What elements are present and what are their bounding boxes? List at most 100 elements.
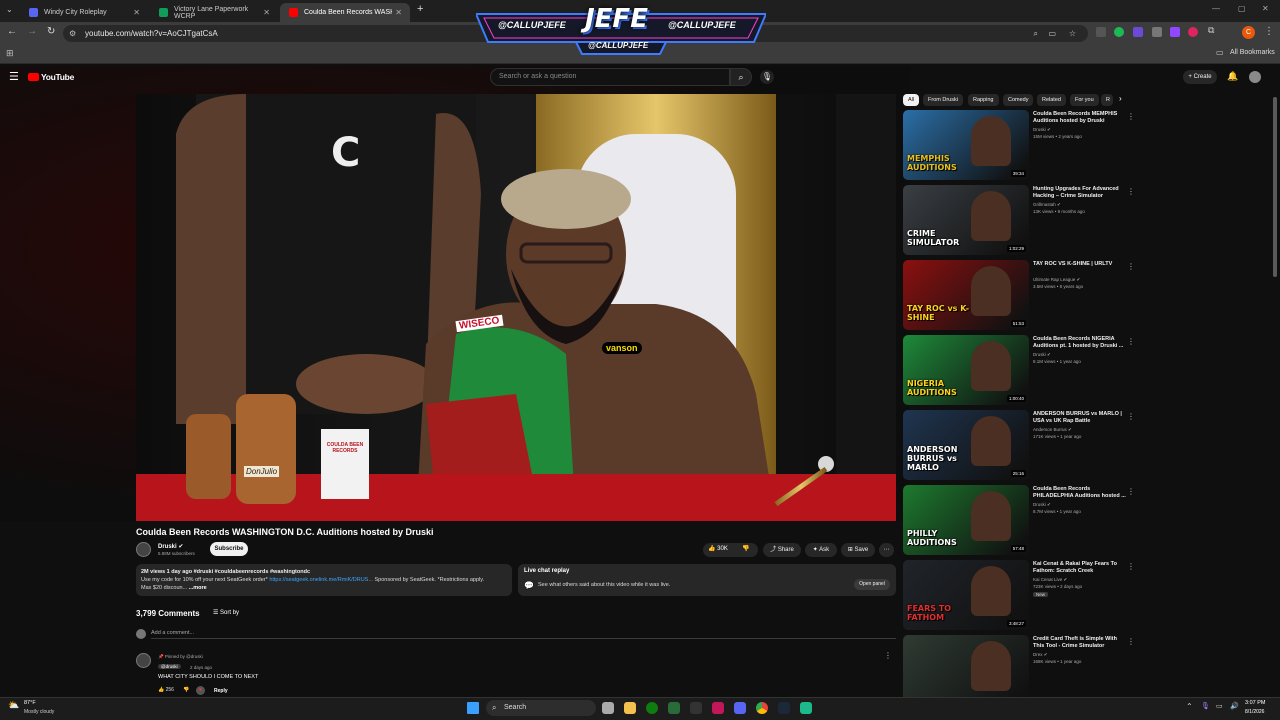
add-comment-input[interactable]: Add a comment... (151, 630, 896, 639)
taskbar-search-box[interactable]: ⌕ Search (486, 700, 596, 716)
share-button[interactable]: ⤴ Share (763, 543, 801, 557)
recommendation-item[interactable]: MEMPHIS AUDITIONS 39:34 Coulda Been Record… (903, 110, 1268, 180)
tray-network-icon[interactable]: ▭ (1216, 702, 1223, 710)
recommendation-more-icon[interactable]: ⋮ (1127, 262, 1135, 271)
recommendation-more-icon[interactable]: ⋮ (1127, 487, 1135, 496)
channel-name[interactable]: Druski ✔ (158, 543, 183, 550)
taskbar-date[interactable]: 8/1/2026 (1245, 709, 1264, 715)
more-actions-button[interactable]: ⋯ (879, 543, 894, 557)
chip-rapping[interactable]: Rapping (968, 94, 999, 106)
chip-from-druski[interactable]: From Druski (923, 94, 963, 106)
recommendation-item[interactable]: Credit Card Theft is Simple With This To… (903, 635, 1268, 705)
scrollbar-thumb[interactable] (1273, 97, 1277, 277)
chip-for-you[interactable]: For you (1070, 94, 1099, 106)
extension-green-icon[interactable] (1114, 27, 1124, 37)
chip-all[interactable]: All (903, 94, 920, 106)
video-thumbnail[interactable]: FEARS TO FATHOM 3:48:27 (903, 560, 1029, 630)
video-thumbnail[interactable]: NIGERIA AUDITIONS 1:00:40 (903, 335, 1029, 405)
recommendation-more-icon[interactable]: ⋮ (1127, 337, 1135, 346)
description-link[interactable]: https://seatgeek.onelink.me/RmiK/DRUS... (269, 577, 373, 583)
chip-comedy[interactable]: Comedy (1003, 94, 1034, 106)
pinned-comment-avatar[interactable] (136, 653, 151, 668)
video-thumbnail[interactable]: CRIME SIMULATOR 1:02:29 (903, 185, 1029, 255)
recommendation-channel[interactable]: Ultimate Rap League ✔ (1033, 277, 1080, 283)
recommendation-channel[interactable]: Druski ✔ (1033, 352, 1051, 358)
chip-partial[interactable]: R (1101, 94, 1113, 106)
apps-grid-icon[interactable]: ⊞ (6, 48, 14, 59)
app-red-icon[interactable] (712, 702, 724, 714)
save-button[interactable]: ⊞ Save (841, 543, 875, 557)
recommendation-title[interactable]: Kai Cenat & Rakai Play Fears To Fathom: … (1033, 561, 1129, 575)
file-explorer-icon[interactable] (624, 702, 636, 714)
comment-dislike-icon[interactable]: 👎 (183, 687, 189, 693)
close-icon[interactable]: ✕ (395, 8, 402, 17)
comment-author-badge[interactable]: @druski (158, 664, 181, 669)
video-thumbnail[interactable] (903, 635, 1029, 705)
ask-button[interactable]: ✦ Ask (805, 543, 837, 557)
menu-kebab-icon[interactable]: ⋮ (1264, 26, 1274, 37)
recommendation-title[interactable]: Hunting Upgrades For Advanced Hacking – … (1033, 186, 1129, 200)
bookmark-star-icon[interactable]: ☆ (1069, 25, 1076, 42)
extension-purple-icon[interactable] (1133, 27, 1143, 37)
recommendation-channel[interactable]: Kai Cenat Live ✔ (1033, 577, 1067, 583)
all-bookmarks-link[interactable]: All Bookmarks (1230, 49, 1275, 56)
recommendation-channel[interactable]: Anderson Burrus ✔ (1033, 427, 1072, 433)
app-green-icon[interactable] (668, 702, 680, 714)
chrome-icon[interactable] (756, 702, 768, 714)
description-more-link[interactable]: ...more (189, 585, 207, 591)
tab-victory-lane[interactable]: Victory Lane Paperwork WCRP ✕ (150, 3, 278, 22)
recommendation-item[interactable]: TAY ROC vs K-SHINE 51:53 TAY ROC VS K-SHIN… (903, 260, 1268, 330)
tray-volume-icon[interactable]: 🔊 (1230, 702, 1239, 710)
recommendation-more-icon[interactable]: ⋮ (1127, 187, 1135, 196)
extension-red-icon[interactable] (1188, 27, 1198, 37)
recommendation-more-icon[interactable]: ⋮ (1127, 412, 1135, 421)
xbox-icon[interactable] (646, 702, 658, 714)
tray-chevron-icon[interactable]: ⌃ (1186, 702, 1193, 711)
recommendation-more-icon[interactable]: ⋮ (1127, 637, 1135, 646)
close-icon[interactable]: ✕ (263, 8, 270, 17)
window-close-icon[interactable]: ✕ (1262, 4, 1269, 13)
logitech-icon[interactable] (690, 702, 702, 714)
microphone-icon[interactable]: 🎙 (760, 70, 774, 84)
youtube-logo-icon[interactable] (28, 73, 39, 81)
dislike-icon[interactable]: 👎 (742, 545, 749, 552)
tab-youtube[interactable]: Coulda Been Records WASH ✕ (280, 3, 410, 22)
recommendation-title[interactable]: ANDERSON BURRUS vs MARLO | USA vs UK Rap… (1033, 411, 1129, 425)
video-thumbnail[interactable]: ANDERSON BURRUS vs MARLO 25:16 (903, 410, 1029, 480)
app-teal-icon[interactable] (800, 702, 812, 714)
weather-icon[interactable]: ⛅ (8, 700, 19, 711)
notifications-bell-icon[interactable]: 🔔 (1227, 71, 1238, 82)
comment-time[interactable]: 2 days ago (190, 665, 212, 670)
video-thumbnail[interactable]: MEMPHIS AUDITIONS 39:34 (903, 110, 1029, 180)
twitch-icon[interactable] (1170, 27, 1180, 37)
reload-icon[interactable]: ↻ (47, 26, 55, 37)
extensions-puzzle-icon[interactable]: ⧉ (1208, 25, 1214, 36)
recommendation-title[interactable]: Credit Card Theft is Simple With This To… (1033, 636, 1129, 650)
forward-icon[interactable]: → (27, 26, 37, 37)
subscribe-button[interactable]: Subscribe (210, 542, 248, 556)
zoom-icon[interactable]: ⌕ (1034, 25, 1038, 42)
close-icon[interactable]: ✕ (133, 8, 140, 17)
create-button[interactable]: + Create (1183, 70, 1217, 84)
extension-grey2-icon[interactable] (1152, 27, 1162, 37)
recommendation-title[interactable]: TAY ROC VS K-SHINE | URLTV (1033, 261, 1129, 268)
video-player[interactable]: C WISECO vanson DonJulio COULDA BEEN REC… (136, 94, 896, 521)
chip-related[interactable]: Related (1037, 94, 1066, 106)
maximize-icon[interactable]: ▢ (1238, 4, 1246, 13)
comment-like-button[interactable]: 👍 256 (158, 687, 174, 693)
sort-by-button[interactable]: ☰ Sort by (213, 609, 239, 616)
back-icon[interactable]: ← (7, 26, 17, 37)
site-info-icon[interactable]: ⚙ (69, 25, 76, 42)
like-button[interactable]: 👍 30K (708, 545, 728, 552)
recommendation-title[interactable]: Coulda Been Records PHILADELPHIA Auditio… (1033, 486, 1129, 500)
steam-icon[interactable] (778, 702, 790, 714)
recommendation-title[interactable]: Coulda Been Records NIGERIA Auditions pt… (1033, 336, 1129, 350)
recommendation-item[interactable]: FEARS TO FATHOM 3:48:27 Kai Cenat & Rakai … (903, 560, 1268, 630)
recommendation-more-icon[interactable]: ⋮ (1127, 112, 1135, 121)
hamburger-menu-icon[interactable]: ☰ (9, 70, 19, 83)
open-panel-button[interactable]: Open panel (854, 579, 890, 590)
recommendation-channel[interactable]: Druski ✔ (1033, 127, 1051, 133)
search-input[interactable]: Search or ask a question (490, 68, 730, 86)
new-tab-icon[interactable]: + (417, 3, 423, 15)
comment-more-icon[interactable]: ⋮ (884, 651, 892, 660)
